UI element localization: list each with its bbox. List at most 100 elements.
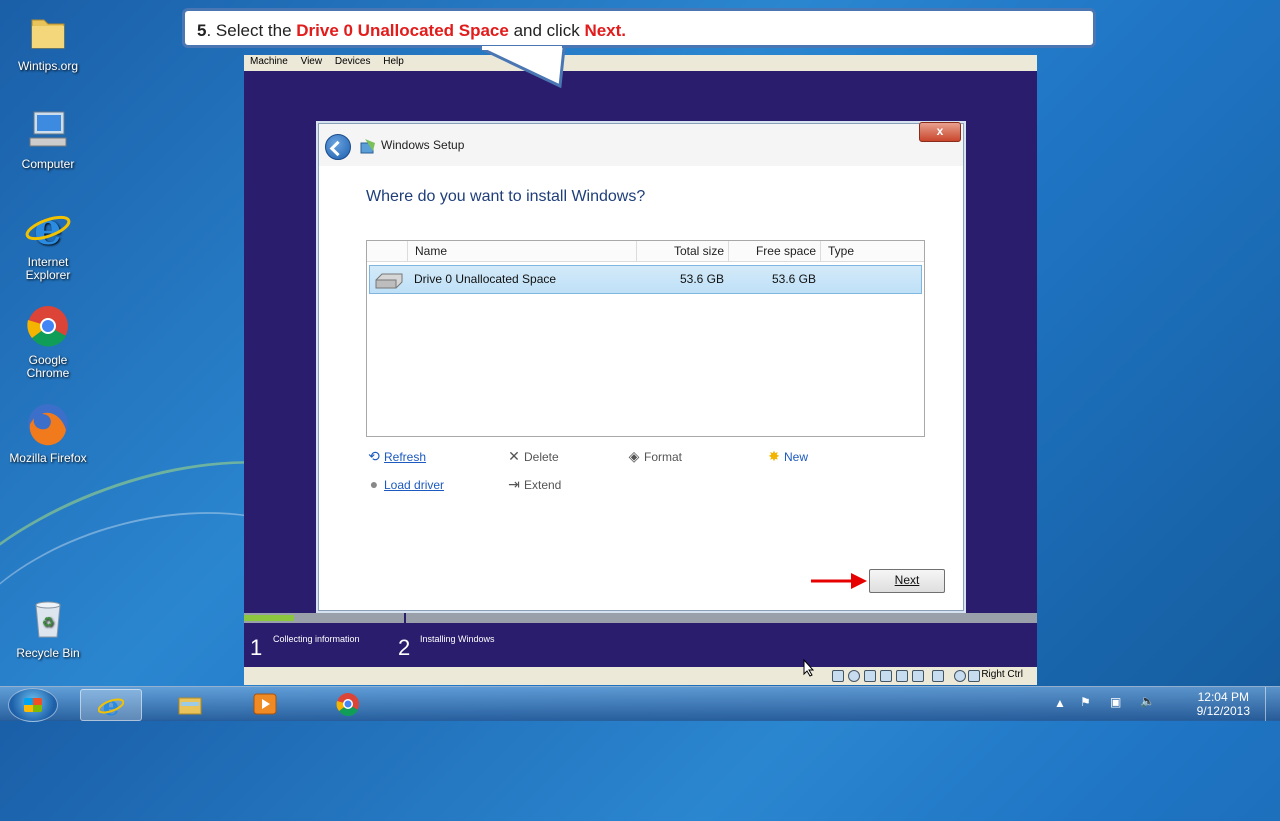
chrome-icon — [336, 693, 359, 716]
refresh-icon: ⟲ — [368, 448, 380, 464]
desktop-icon-computer[interactable]: Computer — [8, 106, 88, 171]
desktop-icon-label: Wintips.org — [17, 59, 79, 73]
vm-menu-help[interactable]: Help — [379, 55, 408, 68]
refresh-link[interactable]: ⟲ Refresh — [366, 448, 426, 465]
progress-fill — [244, 615, 294, 621]
instruction-callout: 5. Select the Drive 0 Unallocated Space … — [182, 8, 1096, 48]
ie-icon: e — [98, 693, 124, 717]
clock[interactable]: 12:04 PM 9/12/2013 — [1197, 690, 1250, 718]
desktop-icon-label: Google Chrome — [26, 353, 70, 380]
callout-tail — [480, 46, 566, 89]
record-status-icon[interactable] — [932, 670, 944, 682]
step-number: 2 — [398, 635, 411, 660]
delete-icon: ✕ — [508, 448, 520, 464]
vm-menu-bar: Machine View Devices Help — [244, 55, 1037, 71]
column-header-total-size[interactable]: Total size — [636, 241, 728, 261]
vm-screen: Windows Setup x Where do you want to ins… — [244, 71, 1037, 613]
desktop-icon-label: Internet Explorer — [25, 255, 71, 282]
cell-name: Drive 0 Unallocated Space — [414, 272, 557, 286]
taskbar-chrome-button[interactable] — [318, 689, 378, 719]
taskbar-explorer-button[interactable] — [160, 689, 220, 719]
extend-link[interactable]: ⇥ Extend — [506, 476, 561, 493]
partition-table[interactable]: Name Total size Free space Type Drive 0 … — [366, 240, 925, 437]
chrome-icon — [24, 302, 72, 350]
callout-text-part: and click — [508, 21, 585, 40]
cd-status-icon[interactable] — [848, 670, 860, 682]
cell-free-space: 53.6 GB — [771, 272, 816, 286]
callout-text: 5. Select the Drive 0 Unallocated Space … — [197, 21, 626, 41]
mouse-cursor-icon — [803, 659, 815, 677]
column-header-free-space[interactable]: Free space — [728, 241, 820, 261]
recycle-bin-icon: ♻ — [24, 595, 72, 643]
step-label: Installing Windows — [420, 634, 495, 644]
format-icon: ◈ — [628, 448, 640, 464]
desktop-icon-label: Recycle Bin — [16, 646, 80, 660]
next-button[interactable]: Next — [869, 569, 945, 593]
keyboard-capture-icon[interactable] — [968, 670, 980, 682]
shared-folder-icon[interactable] — [880, 670, 892, 682]
system-tray: ▲ ⚑ ▣ 🔈 12:04 PM 9/12/2013 — [1050, 687, 1280, 721]
action-center-icon[interactable]: ⚑ — [1080, 695, 1091, 709]
taskbar-media-player-button[interactable] — [235, 689, 295, 719]
format-link[interactable]: ◈ Format — [626, 448, 682, 465]
page-heading: Where do you want to install Windows? — [366, 188, 646, 205]
show-desktop-button[interactable] — [1265, 687, 1280, 721]
folder-icon — [178, 697, 202, 715]
media-player-icon — [253, 693, 277, 715]
red-arrow-icon — [811, 573, 867, 589]
folder-icon — [24, 8, 72, 56]
volume-icon[interactable]: 🔈 — [1140, 694, 1155, 708]
step-label: Collecting information — [273, 634, 360, 644]
close-button[interactable]: x — [919, 122, 961, 142]
clock-date: 9/12/2013 — [1196, 704, 1250, 718]
delete-link[interactable]: ✕ Delete — [506, 448, 559, 465]
extend-icon: ⇥ — [508, 476, 520, 492]
load-driver-link[interactable]: ● Load driver — [366, 476, 444, 492]
load-driver-icon: ● — [369, 476, 379, 492]
svg-text:e: e — [34, 204, 62, 252]
desktop-icon-label: Mozilla Firefox — [9, 451, 87, 465]
column-header-name[interactable]: Name — [407, 241, 636, 261]
column-header-type[interactable]: Type — [820, 241, 924, 261]
mouse-integration-icon[interactable] — [954, 670, 966, 682]
firefox-icon — [24, 400, 72, 448]
taskbar-ie-button[interactable]: e — [80, 689, 142, 721]
network-status-icon[interactable] — [896, 670, 908, 682]
show-hidden-icons-icon[interactable]: ▲ — [1054, 696, 1066, 710]
hdd-status-icon[interactable] — [832, 670, 844, 682]
ie-icon: e — [24, 204, 72, 255]
virtual-machine-window: Machine View Devices Help Windows Setup … — [244, 55, 1037, 685]
setup-title: Windows Setup — [381, 138, 465, 152]
desktop-icon-chrome[interactable]: Google Chrome — [8, 302, 88, 380]
progress-separator — [404, 613, 406, 623]
back-button[interactable] — [325, 134, 351, 160]
host-key-label: Right Ctrl — [981, 669, 1023, 680]
hard-disk-icon — [374, 270, 404, 290]
windows-setup-icon — [360, 139, 375, 154]
display-status-icon[interactable] — [912, 670, 924, 682]
table-row[interactable]: Drive 0 Unallocated Space 53.6 GB 53.6 G… — [369, 265, 922, 294]
vm-menu-view[interactable]: View — [297, 55, 327, 68]
setup-progress-bar — [244, 613, 1037, 623]
vm-menu-devices[interactable]: Devices — [331, 55, 375, 68]
cell-total-size: 53.6 GB — [679, 272, 724, 286]
desktop-icon-wintips[interactable]: Wintips.org — [8, 8, 88, 73]
step-number: 1 — [250, 635, 263, 660]
desktop-icon-recycle-bin[interactable]: ♻ Recycle Bin — [8, 595, 88, 660]
svg-text:♻: ♻ — [42, 614, 55, 630]
clock-time: 12:04 PM — [1197, 690, 1249, 704]
setup-title-bar: Windows Setup x — [319, 122, 963, 166]
start-button[interactable] — [8, 688, 58, 722]
desktop-icon-ie[interactable]: e Internet Explorer — [8, 204, 88, 282]
callout-highlight-drive: Drive 0 Unallocated Space — [296, 21, 509, 40]
callout-text-part: . Select the — [206, 21, 297, 40]
windows-setup-dialog: Windows Setup x Where do you want to ins… — [318, 122, 964, 611]
callout-highlight-next: Next. — [584, 21, 627, 40]
desktop-icon-firefox[interactable]: Mozilla Firefox — [8, 400, 88, 465]
network-icon[interactable]: ▣ — [1110, 695, 1121, 709]
new-icon: ✸ — [768, 448, 780, 464]
vm-menu-machine[interactable]: Machine — [246, 55, 292, 68]
usb-status-icon[interactable] — [864, 670, 876, 682]
desktop-icon-label: Computer — [21, 157, 75, 171]
new-link[interactable]: ✸ New — [766, 448, 808, 465]
